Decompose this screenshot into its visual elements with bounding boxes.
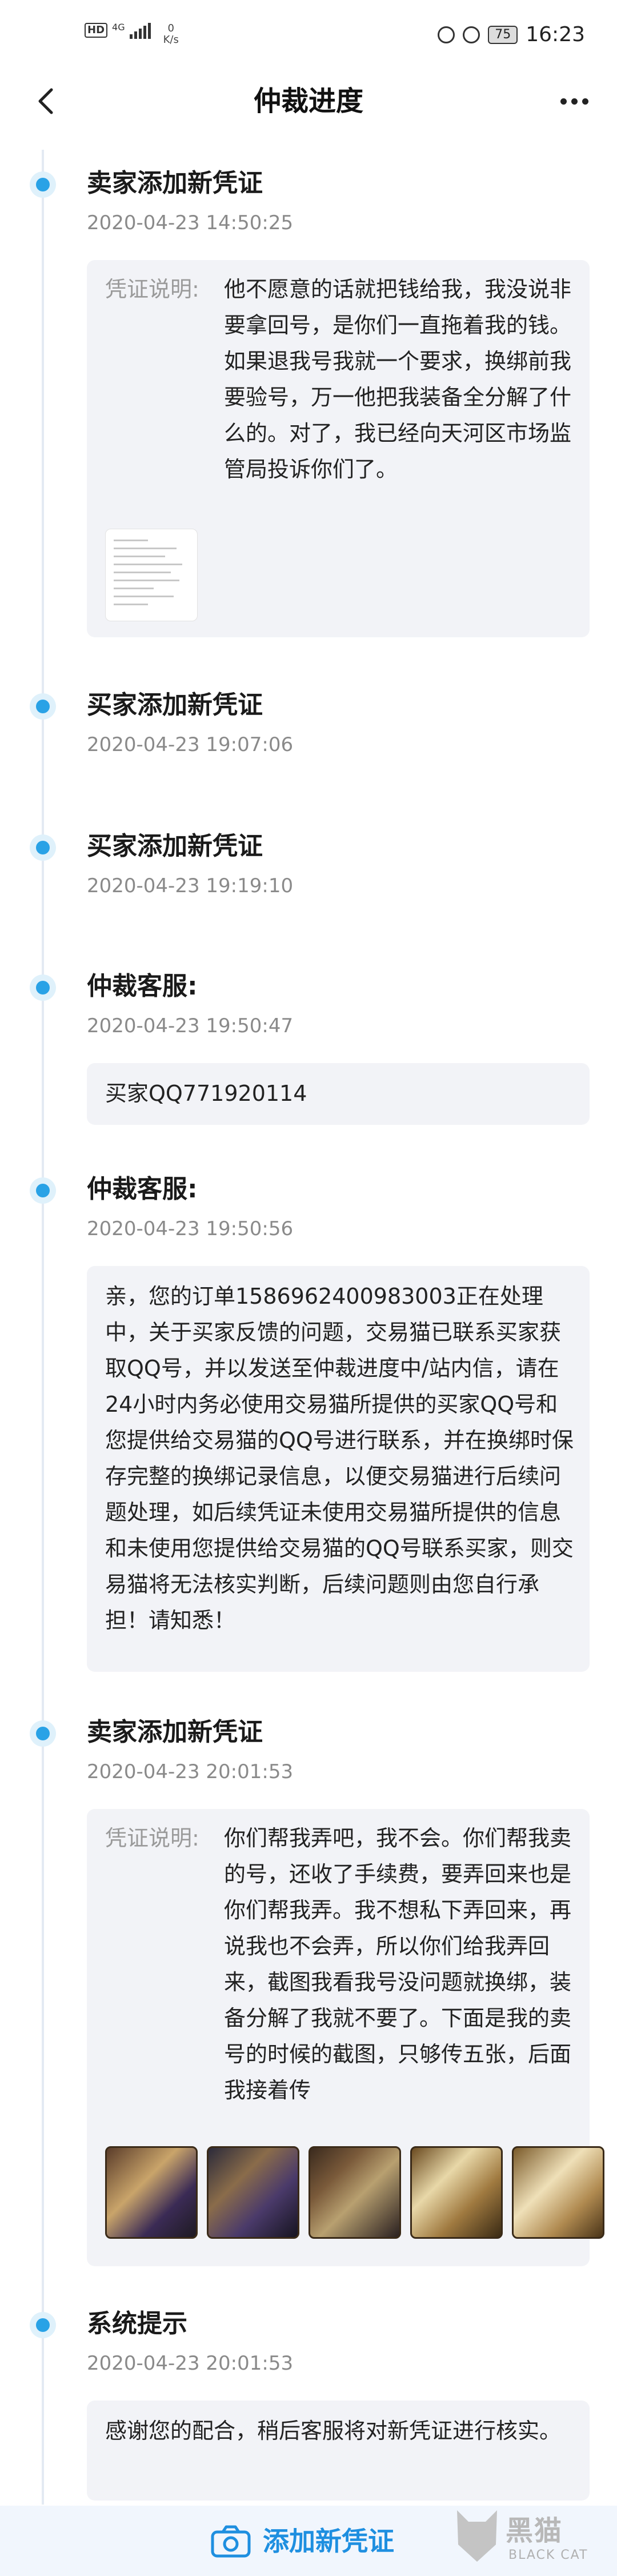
entry-title: 系统提示 (87, 2309, 187, 2338)
entry-time: 2020-04-23 14:50:25 (87, 211, 294, 234)
more-dot-icon (560, 98, 567, 105)
entry-title: 仲裁客服: (87, 1175, 198, 1204)
entry-time: 2020-04-23 19:50:47 (87, 1015, 294, 1037)
evidence-label: 凭证说明: (105, 1826, 199, 1851)
message-card: 感谢您的配合，稍后客服将对新凭证进行核实。 (87, 2401, 590, 2501)
watermark-subtext: BLACK CAT (508, 2548, 588, 2562)
evidence-text: 他不愿意的话就把钱给我，我没说非要拿回号，是你们一直拖着我的钱。如果退我号我就一… (224, 277, 572, 482)
cat-logo-icon (457, 2510, 497, 2562)
entry-title: 买家添加新凭证 (87, 832, 263, 861)
nav-header: 仲裁进度 (0, 71, 617, 131)
camera-icon (211, 2525, 251, 2558)
add-evidence-label: 添加新凭证 (263, 2526, 394, 2557)
entry-title: 买家添加新凭证 (87, 690, 263, 720)
timeline-dot-icon (30, 834, 56, 861)
entry-title: 仲裁客服: (87, 972, 198, 1001)
message-text: 感谢您的配合，稍后客服将对新凭证进行核实。 (105, 2418, 562, 2443)
network-type: 4G (112, 22, 125, 33)
net-speed-unit: K/s (163, 34, 179, 46)
evidence-thumbnail[interactable] (308, 2146, 401, 2239)
more-button[interactable] (554, 84, 594, 118)
status-left: HD 4G 0 K/s (85, 23, 179, 46)
entry-time: 2020-04-23 19:07:06 (87, 733, 294, 756)
timeline-dot-icon (30, 975, 56, 1001)
entry-time: 2020-04-23 20:01:53 (87, 1760, 294, 1783)
entry-time: 2020-04-23 19:50:56 (87, 1217, 294, 1240)
black-cat-watermark: 黑猫 BLACK CAT (451, 2499, 600, 2576)
evidence-text: 你们帮我弄吧，我不会。你们帮我卖的号，还收了手续费，要弄回来也是你们帮我弄。我不… (224, 1826, 572, 2103)
timeline-dot-icon (30, 693, 56, 720)
net-speed: 0 K/s (163, 23, 179, 46)
add-evidence-button[interactable]: 添加新凭证 (210, 2523, 394, 2559)
battery-icon: 75 (488, 25, 518, 44)
status-bar: HD 4G 0 K/s 75 16:23 (0, 0, 617, 71)
evidence-label: 凭证说明: (105, 277, 199, 302)
evidence-card: 凭证说明: 你们帮我弄吧，我不会。你们帮我卖的号，还收了手续费，要弄回来也是你们… (87, 1809, 604, 2266)
hd-indicator: HD (85, 23, 108, 38)
more-dot-icon (582, 98, 588, 105)
evidence-thumbnail[interactable] (512, 2146, 604, 2239)
net-speed-value: 0 (167, 22, 174, 34)
timeline-line (42, 150, 44, 2505)
timeline-dot-icon (30, 2312, 56, 2338)
page-title: 仲裁进度 (253, 85, 363, 117)
timeline-dot-icon (30, 1177, 56, 1204)
clock: 16:23 (526, 23, 585, 46)
entry-title: 卖家添加新凭证 (87, 169, 263, 198)
timeline-dot-icon (30, 171, 56, 198)
alarm-icon (463, 26, 480, 43)
entry-title: 卖家添加新凭证 (87, 1718, 263, 1747)
evidence-thumbnail[interactable] (410, 2146, 503, 2239)
evidence-thumbnail[interactable] (105, 2146, 198, 2239)
evidence-thumbnail[interactable] (207, 2146, 299, 2239)
status-right: 75 16:23 (438, 23, 585, 46)
timeline-dot-icon (30, 1720, 56, 1747)
message-card: 亲，您的订单1586962400983003正在处理中，关于买家反馈的问题，交易… (87, 1266, 590, 1672)
message-text: 亲，您的订单1586962400983003正在处理中，关于买家反馈的问题，交易… (105, 1284, 574, 1633)
entry-time: 2020-04-23 19:19:10 (87, 874, 294, 897)
nfc-icon (438, 26, 455, 43)
entry-time: 2020-04-23 20:01:53 (87, 2352, 294, 2375)
evidence-card: 凭证说明: 他不愿意的话就把钱给我，我没说非要拿回号，是你们一直拖着我的钱。如果… (87, 260, 590, 637)
message-text: 买家QQ771920114 (105, 1081, 307, 1106)
signal-icon (129, 23, 151, 39)
watermark-text: 黑猫 (506, 2515, 563, 2547)
evidence-thumbnail[interactable] (105, 529, 198, 621)
message-card: 买家QQ771920114 (87, 1063, 590, 1125)
more-dot-icon (571, 98, 578, 105)
